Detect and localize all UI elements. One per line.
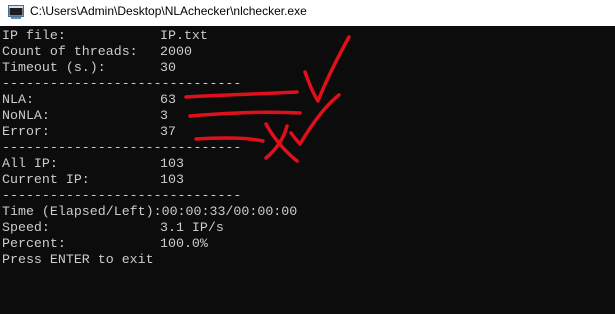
title-bar[interactable]: C:\Users\Admin\Desktop\NLAchecker\nlchec… [0,0,615,26]
label-ip-file: IP file: [2,28,66,43]
separator: ------------------------------ [2,76,242,91]
label-percent: Percent: [2,236,66,251]
value-percent: 100.0% [160,236,208,251]
label-nonla: NoNLA: [2,108,50,123]
separator: ------------------------------ [2,188,242,203]
console-window-icon [8,5,24,19]
value-error: 37 [160,124,176,139]
separator: ------------------------------ [2,140,242,155]
value-thread-count: 2000 [160,44,192,59]
label-error: Error: [2,124,50,139]
value-ip-file: IP.txt [160,28,208,43]
label-timeout: Timeout (s.): [2,60,106,75]
console-output: IP file: IP.txt Count of threads: 2000 T… [0,27,615,314]
label-current-ip: Current IP: [2,172,90,187]
label-all-ip: All IP: [2,156,58,171]
value-nonla: 3 [160,108,168,123]
value-current-ip: 103 [160,172,184,187]
label-nla: NLA: [2,92,34,107]
value-nla: 63 [160,92,176,107]
time-elapsed-left: Time (Elapsed/Left):00:00:33/00:00:00 [2,204,298,219]
value-timeout: 30 [160,60,176,75]
label-speed: Speed: [2,220,50,235]
value-speed: 3.1 IP/s [160,220,224,235]
label-thread-count: Count of threads: [2,44,138,59]
exit-prompt: Press ENTER to exit [2,252,154,267]
window-title: C:\Users\Admin\Desktop\NLAchecker\nlchec… [30,4,307,18]
value-all-ip: 103 [160,156,184,171]
